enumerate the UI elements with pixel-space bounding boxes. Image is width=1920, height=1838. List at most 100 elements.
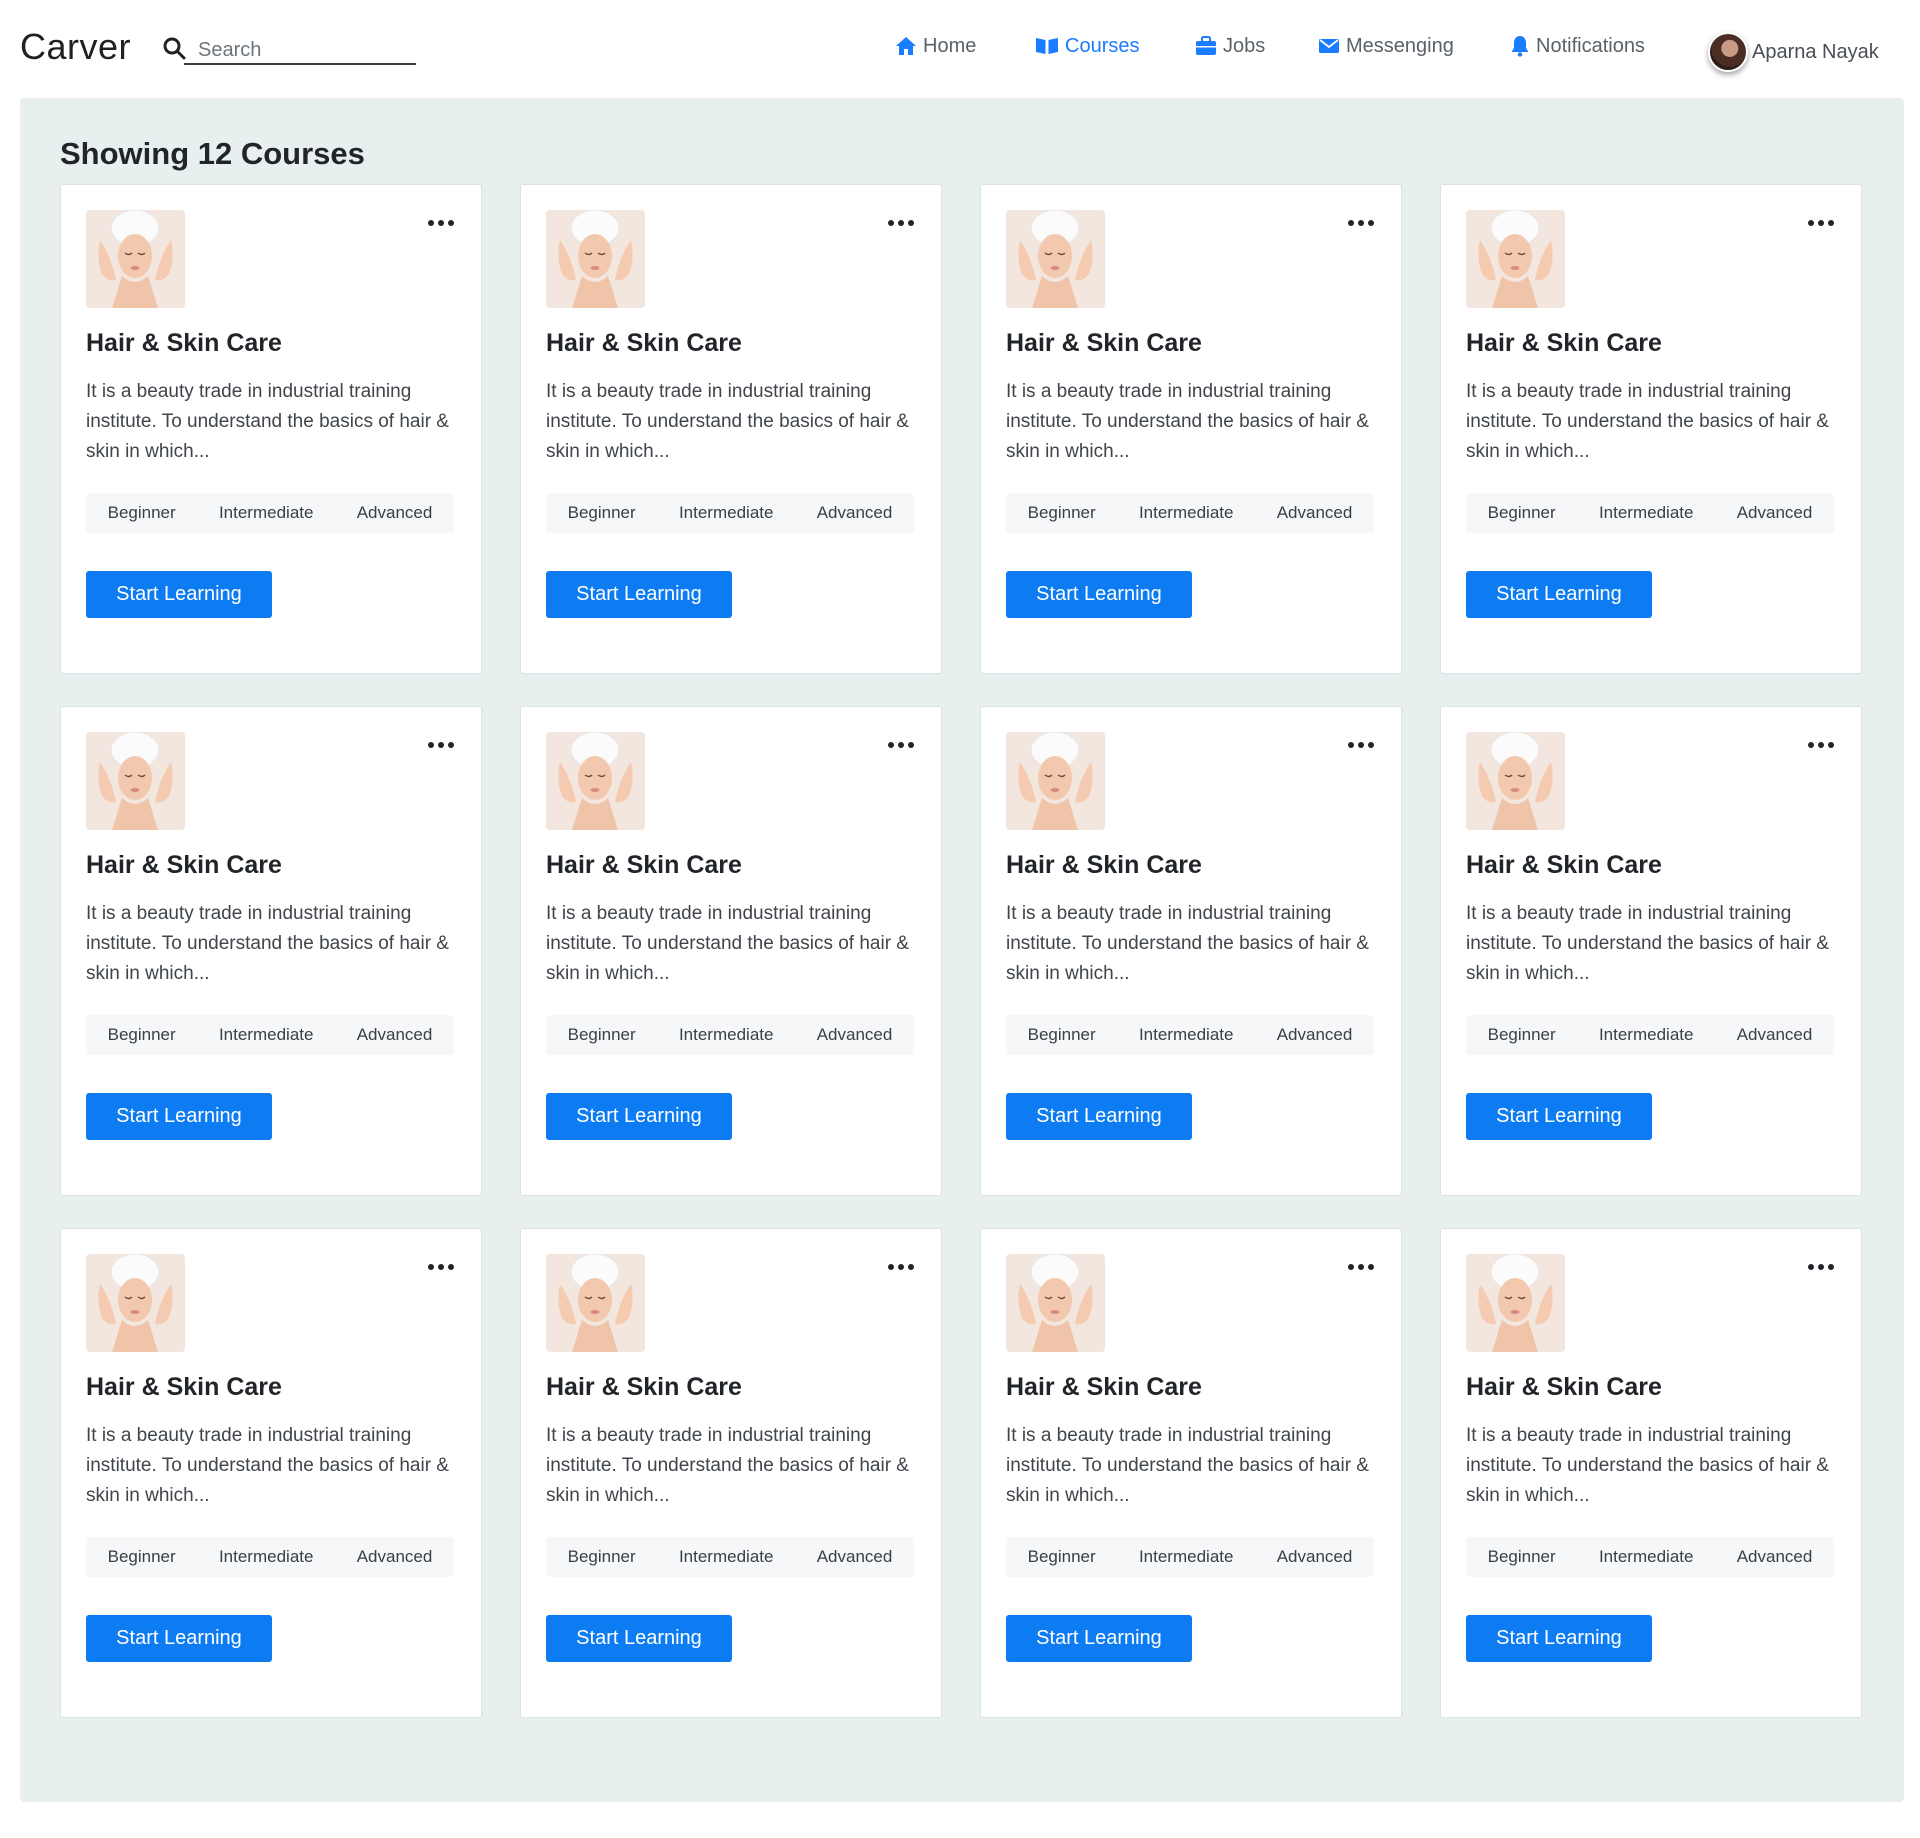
course-title[interactable]: Hair & Skin Care — [1006, 329, 1202, 358]
course-title[interactable]: Hair & Skin Care — [1006, 1373, 1202, 1402]
start-learning-button[interactable]: Start Learning — [1006, 1615, 1192, 1662]
level-intermediate[interactable]: Intermediate — [679, 1547, 774, 1567]
level-advanced[interactable]: Advanced — [1277, 503, 1353, 523]
level-advanced[interactable]: Advanced — [1737, 503, 1813, 523]
course-card: Hair & Skin Care It is a beauty trade in… — [980, 1228, 1402, 1718]
more-options-icon[interactable] — [886, 735, 916, 755]
level-intermediate[interactable]: Intermediate — [219, 1025, 314, 1045]
level-advanced[interactable]: Advanced — [357, 1025, 433, 1045]
course-description: It is a beauty trade in industrial train… — [546, 1425, 909, 1506]
search-icon[interactable] — [162, 36, 186, 60]
start-learning-button[interactable]: Start Learning — [546, 1615, 732, 1662]
nav-jobs[interactable]: Jobs — [1195, 28, 1265, 64]
level-advanced[interactable]: Advanced — [1737, 1547, 1813, 1567]
level-beginner[interactable]: Beginner — [568, 503, 636, 523]
course-title[interactable]: Hair & Skin Care — [1006, 851, 1202, 880]
level-beginner[interactable]: Beginner — [1028, 1547, 1096, 1567]
woman-face-spa-image — [86, 1254, 185, 1352]
course-title[interactable]: Hair & Skin Care — [1466, 851, 1662, 880]
course-card: Hair & Skin Care It is a beauty trade in… — [1440, 706, 1862, 1196]
start-learning-button[interactable]: Start Learning — [86, 1093, 272, 1140]
course-title[interactable]: Hair & Skin Care — [86, 329, 282, 358]
level-beginner[interactable]: Beginner — [108, 503, 176, 523]
course-description: It is a beauty trade in industrial train… — [1006, 381, 1369, 462]
home-icon — [896, 37, 916, 55]
level-beginner[interactable]: Beginner — [1488, 1547, 1556, 1567]
more-options-icon[interactable] — [426, 735, 456, 755]
start-learning-button[interactable]: Start Learning — [1466, 571, 1652, 618]
level-beginner[interactable]: Beginner — [1028, 1025, 1096, 1045]
more-options-icon[interactable] — [426, 213, 456, 233]
start-learning-button[interactable]: Start Learning — [546, 1093, 732, 1140]
book-open-icon — [1036, 38, 1058, 54]
more-options-icon[interactable] — [1806, 1257, 1836, 1277]
more-options-icon[interactable] — [1346, 213, 1376, 233]
level-beginner[interactable]: Beginner — [568, 1025, 636, 1045]
nav-notifications[interactable]: Notifications — [1510, 28, 1645, 64]
start-learning-button[interactable]: Start Learning — [546, 571, 732, 618]
level-beginner[interactable]: Beginner — [108, 1547, 176, 1567]
start-learning-button[interactable]: Start Learning — [1006, 571, 1192, 618]
search-box — [162, 33, 416, 67]
nav-messaging[interactable]: Messenging — [1318, 28, 1454, 64]
level-intermediate[interactable]: Intermediate — [1599, 503, 1694, 523]
start-learning-button[interactable]: Start Learning — [1466, 1093, 1652, 1140]
level-beginner[interactable]: Beginner — [108, 1025, 176, 1045]
course-title[interactable]: Hair & Skin Care — [1466, 329, 1662, 358]
course-title[interactable]: Hair & Skin Care — [1466, 1373, 1662, 1402]
woman-face-spa-image — [1006, 732, 1105, 830]
level-intermediate[interactable]: Intermediate — [219, 503, 314, 523]
level-intermediate[interactable]: Intermediate — [1139, 1547, 1234, 1567]
course-card: Hair & Skin Care It is a beauty trade in… — [520, 706, 942, 1196]
more-options-icon[interactable] — [886, 1257, 916, 1277]
more-options-icon[interactable] — [886, 213, 916, 233]
start-learning-button[interactable]: Start Learning — [86, 1615, 272, 1662]
start-learning-button[interactable]: Start Learning — [1006, 1093, 1192, 1140]
level-intermediate[interactable]: Intermediate — [1139, 503, 1234, 523]
level-advanced[interactable]: Advanced — [1277, 1547, 1353, 1567]
woman-face-spa-image — [1466, 1254, 1565, 1352]
course-card: Hair & Skin Care It is a beauty trade in… — [60, 706, 482, 1196]
nav-home[interactable]: Home — [895, 28, 976, 64]
level-advanced[interactable]: Advanced — [817, 1547, 893, 1567]
level-advanced[interactable]: Advanced — [357, 1547, 433, 1567]
level-intermediate[interactable]: Intermediate — [679, 1025, 774, 1045]
course-image — [1466, 732, 1565, 830]
course-image — [86, 732, 185, 830]
level-intermediate[interactable]: Intermediate — [679, 503, 774, 523]
more-options-icon[interactable] — [1806, 213, 1836, 233]
course-description: It is a beauty trade in industrial train… — [86, 903, 449, 984]
course-card: Hair & Skin Care It is a beauty trade in… — [980, 706, 1402, 1196]
woman-face-spa-image — [546, 1254, 645, 1352]
more-options-icon[interactable] — [1346, 735, 1376, 755]
level-intermediate[interactable]: Intermediate — [1139, 1025, 1234, 1045]
user-profile[interactable]: Aparna Nayak — [1708, 30, 1879, 74]
course-title[interactable]: Hair & Skin Care — [546, 1373, 742, 1402]
nav-courses[interactable]: Courses — [1035, 28, 1139, 64]
level-advanced[interactable]: Advanced — [357, 503, 433, 523]
avatar[interactable] — [1708, 32, 1748, 72]
level-intermediate[interactable]: Intermediate — [1599, 1025, 1694, 1045]
more-options-icon[interactable] — [1806, 735, 1836, 755]
course-title[interactable]: Hair & Skin Care — [86, 1373, 282, 1402]
level-intermediate[interactable]: Intermediate — [1599, 1547, 1694, 1567]
course-title[interactable]: Hair & Skin Care — [546, 851, 742, 880]
level-advanced[interactable]: Advanced — [817, 503, 893, 523]
course-title[interactable]: Hair & Skin Care — [86, 851, 282, 880]
level-advanced[interactable]: Advanced — [817, 1025, 893, 1045]
user-name: Aparna Nayak — [1752, 40, 1879, 63]
level-beginner[interactable]: Beginner — [568, 1547, 636, 1567]
course-title[interactable]: Hair & Skin Care — [546, 329, 742, 358]
start-learning-button[interactable]: Start Learning — [86, 571, 272, 618]
level-advanced[interactable]: Advanced — [1737, 1025, 1813, 1045]
level-advanced[interactable]: Advanced — [1277, 1025, 1353, 1045]
level-beginner[interactable]: Beginner — [1028, 503, 1096, 523]
brand-logo[interactable]: Carver — [20, 26, 131, 68]
search-input[interactable] — [184, 33, 416, 65]
level-intermediate[interactable]: Intermediate — [219, 1547, 314, 1567]
level-beginner[interactable]: Beginner — [1488, 503, 1556, 523]
level-beginner[interactable]: Beginner — [1488, 1025, 1556, 1045]
more-options-icon[interactable] — [1346, 1257, 1376, 1277]
start-learning-button[interactable]: Start Learning — [1466, 1615, 1652, 1662]
more-options-icon[interactable] — [426, 1257, 456, 1277]
